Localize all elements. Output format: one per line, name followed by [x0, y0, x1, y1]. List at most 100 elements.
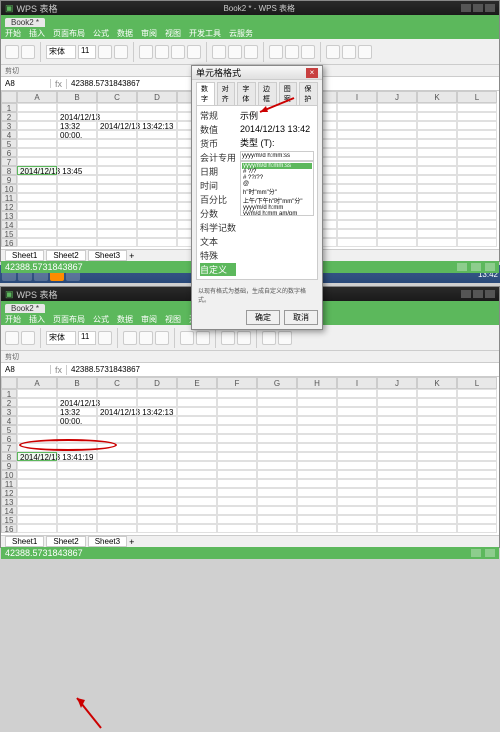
cell[interactable] — [17, 220, 57, 229]
cell[interactable] — [17, 157, 57, 166]
col-header[interactable]: I — [337, 377, 377, 389]
row-header[interactable]: 1 — [1, 389, 17, 398]
cell[interactable] — [257, 524, 297, 533]
currency-button[interactable] — [228, 45, 242, 59]
cell[interactable] — [457, 479, 497, 488]
row-header[interactable]: 4 — [1, 130, 17, 139]
cell[interactable] — [217, 479, 257, 488]
cell[interactable] — [457, 103, 497, 112]
view-normal-button[interactable] — [457, 263, 467, 271]
format-button[interactable] — [262, 331, 276, 345]
cell[interactable]: 2014/12/13 13:42:13 — [97, 121, 137, 130]
menu-insert[interactable]: 插入 — [29, 28, 45, 39]
cell[interactable] — [17, 488, 57, 497]
formula-input[interactable]: 42388.5731843867 — [67, 365, 499, 374]
cell[interactable] — [17, 497, 57, 506]
cell[interactable] — [457, 202, 497, 211]
cell[interactable] — [137, 452, 177, 461]
cell[interactable] — [137, 112, 177, 121]
row-header[interactable]: 13 — [1, 497, 17, 506]
cell[interactable] — [417, 461, 457, 470]
cell[interactable] — [377, 202, 417, 211]
cell[interactable] — [97, 202, 137, 211]
cell[interactable] — [377, 452, 417, 461]
cell[interactable] — [417, 416, 457, 425]
cell[interactable] — [17, 112, 57, 121]
cell[interactable] — [17, 524, 57, 533]
cell[interactable] — [297, 407, 337, 416]
cell[interactable] — [17, 470, 57, 479]
row-header[interactable]: 13 — [1, 211, 17, 220]
cell[interactable] — [97, 425, 137, 434]
row-header[interactable]: 1 — [1, 103, 17, 112]
col-header[interactable]: B — [57, 91, 97, 103]
cell[interactable] — [97, 148, 137, 157]
cell[interactable] — [457, 157, 497, 166]
cell[interactable] — [377, 443, 417, 452]
cell[interactable] — [457, 238, 497, 247]
cell[interactable] — [337, 103, 377, 112]
cell[interactable] — [257, 488, 297, 497]
cell[interactable]: 2014/12/13 13:45 — [17, 166, 57, 175]
align-center-button[interactable] — [139, 331, 153, 345]
cell[interactable] — [377, 389, 417, 398]
cell[interactable] — [457, 452, 497, 461]
cell[interactable] — [457, 184, 497, 193]
cell[interactable] — [377, 425, 417, 434]
cell[interactable] — [137, 524, 177, 533]
cell[interactable] — [257, 425, 297, 434]
sheet-tab-1[interactable]: Sheet1 — [5, 250, 44, 261]
font-select[interactable]: 宋体 — [46, 331, 76, 345]
cell[interactable] — [57, 524, 97, 533]
cell[interactable] — [177, 407, 217, 416]
row-header[interactable]: 5 — [1, 425, 17, 434]
menu-formula[interactable]: 公式 — [93, 314, 109, 325]
cell[interactable] — [97, 157, 137, 166]
cell[interactable] — [57, 103, 97, 112]
cell[interactable] — [137, 416, 177, 425]
cell[interactable]: 2014/12/13 — [57, 112, 97, 121]
cell[interactable] — [97, 229, 137, 238]
cell[interactable] — [97, 452, 137, 461]
col-header[interactable]: C — [97, 377, 137, 389]
sheet-tab-3[interactable]: Sheet3 — [88, 250, 127, 261]
cell[interactable] — [57, 452, 97, 461]
font-select[interactable]: 宋体 — [46, 45, 76, 59]
cell[interactable] — [377, 121, 417, 130]
row-header[interactable]: 2 — [1, 398, 17, 407]
view-normal-button[interactable] — [471, 549, 481, 557]
row-header[interactable]: 16 — [1, 524, 17, 533]
cell[interactable] — [337, 130, 377, 139]
align-center-button[interactable] — [155, 45, 169, 59]
cell[interactable] — [257, 479, 297, 488]
percent-button[interactable] — [244, 45, 258, 59]
cell[interactable]: 13:32 — [57, 407, 97, 416]
cell[interactable] — [97, 112, 137, 121]
cell[interactable] — [17, 148, 57, 157]
cell[interactable] — [217, 524, 257, 533]
cell[interactable] — [57, 515, 97, 524]
fontsize-select[interactable]: 11 — [78, 331, 96, 345]
cell[interactable] — [17, 389, 57, 398]
cell[interactable] — [337, 479, 377, 488]
row-header[interactable]: 14 — [1, 506, 17, 515]
cell[interactable] — [377, 112, 417, 121]
cell[interactable] — [97, 389, 137, 398]
menu-review[interactable]: 审阅 — [141, 28, 157, 39]
cell[interactable] — [57, 479, 97, 488]
cell[interactable] — [297, 461, 337, 470]
cell[interactable] — [337, 166, 377, 175]
cell[interactable] — [457, 398, 497, 407]
cell[interactable] — [57, 220, 97, 229]
cell[interactable] — [137, 238, 177, 247]
cell[interactable] — [217, 389, 257, 398]
menu-layout[interactable]: 页面布局 — [53, 314, 85, 325]
cell[interactable] — [457, 166, 497, 175]
cell[interactable] — [57, 157, 97, 166]
cell[interactable] — [337, 389, 377, 398]
row-header[interactable]: 12 — [1, 202, 17, 211]
cell[interactable] — [337, 434, 377, 443]
cell[interactable] — [457, 443, 497, 452]
cell[interactable] — [297, 425, 337, 434]
close-button[interactable] — [485, 290, 495, 298]
